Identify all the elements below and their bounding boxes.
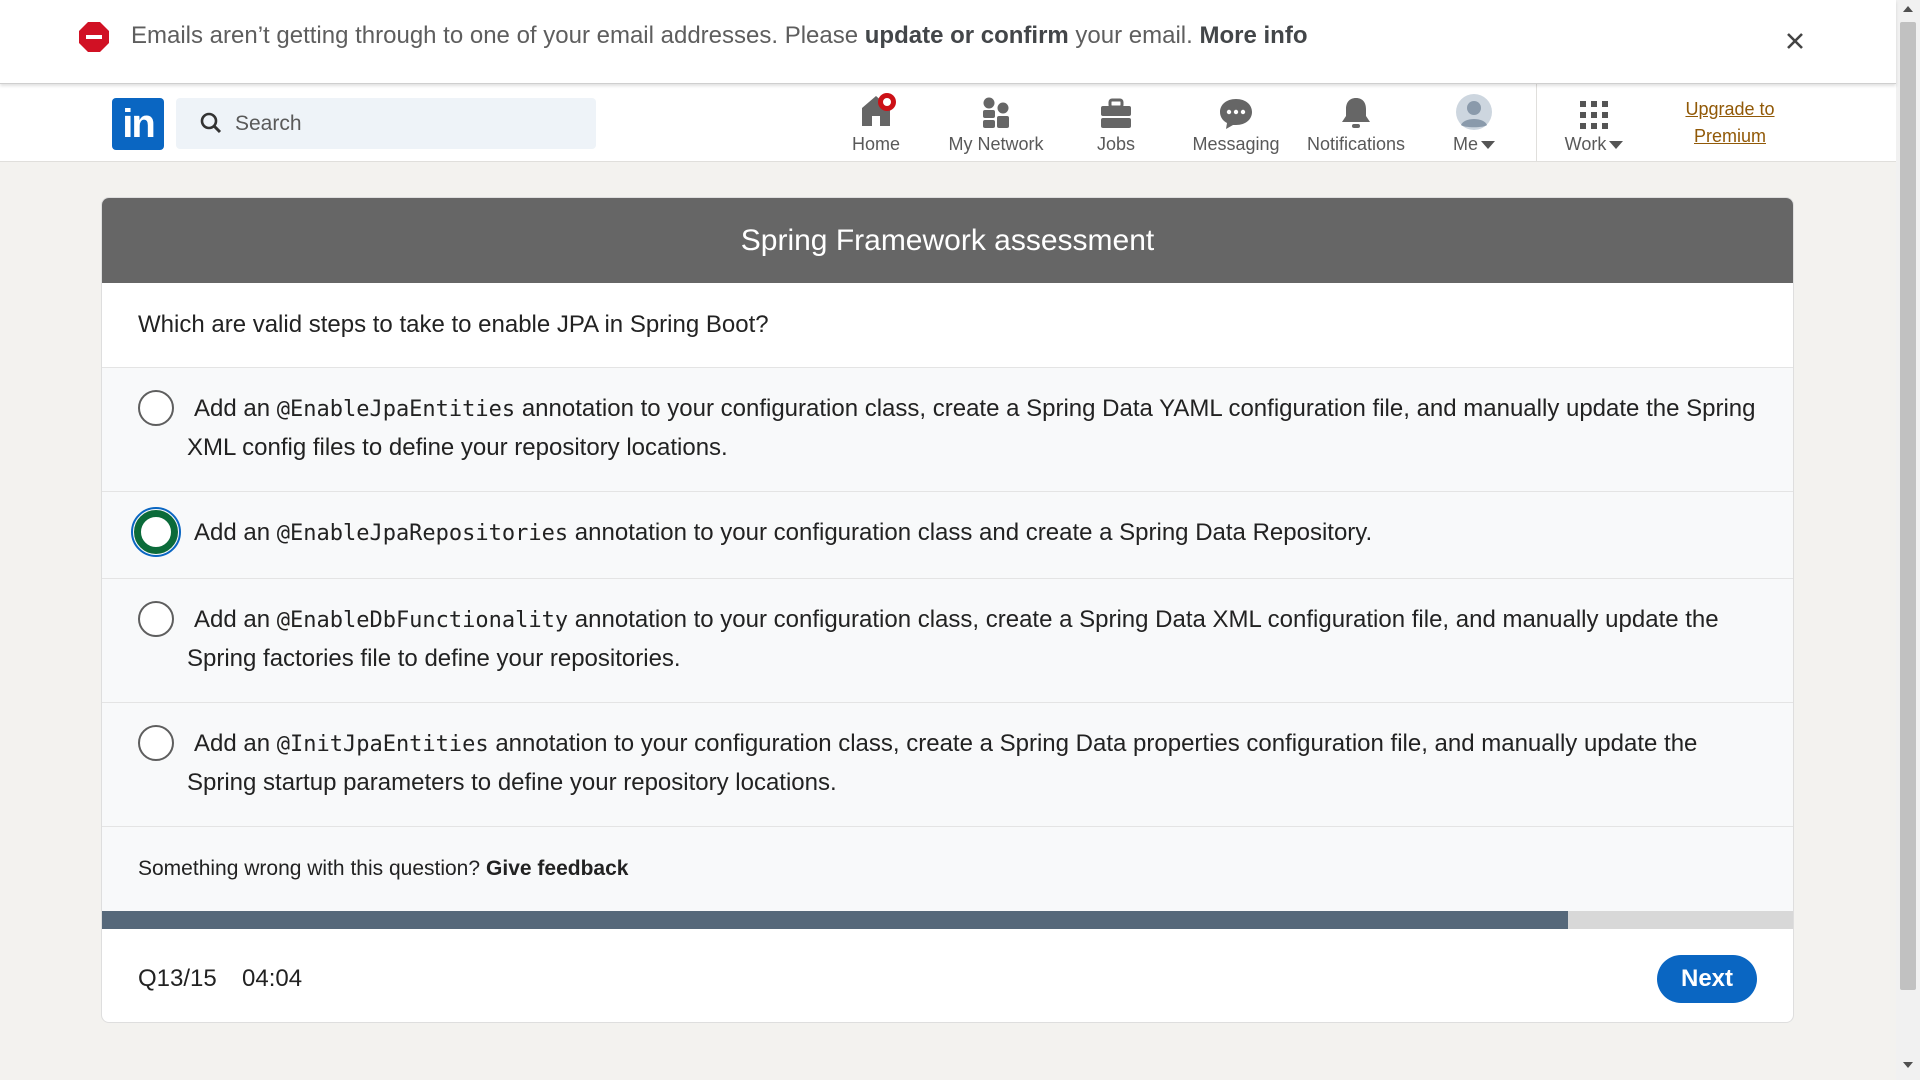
feedback-prompt: Something wrong with this question? — [138, 857, 481, 880]
nav-work-label: Work — [1564, 134, 1607, 154]
option-text: Add an @EnableDbFunctionality annotation… — [187, 601, 1757, 678]
upgrade-line-2: Premium — [1693, 126, 1766, 146]
email-alert-banner: Emails aren’t getting through to one of … — [0, 0, 1896, 84]
nav-my-network-label: My Network — [948, 134, 1044, 154]
timer: 04:04 — [242, 965, 303, 992]
nav-home[interactable]: Home — [836, 92, 916, 156]
option-text: Add an @InitJpaEntities annotation to yo… — [187, 725, 1757, 802]
answer-option-3[interactable]: Add an @EnableDbFunctionality annotation… — [102, 579, 1793, 703]
radio-button[interactable] — [138, 725, 174, 761]
linkedin-logo[interactable]: in — [112, 98, 164, 150]
option-suffix: annotation to your configuration class a… — [568, 519, 1373, 546]
progress-fill — [102, 911, 1569, 929]
avatar — [1456, 94, 1492, 130]
alert-text-end: your email. — [1068, 22, 1200, 49]
more-info-link[interactable]: More info — [1199, 22, 1307, 49]
option-prefix: Add an — [194, 730, 277, 757]
nav-me-label: Me — [1452, 134, 1478, 154]
nav-me[interactable]: Me — [1436, 92, 1512, 156]
nav-jobs-label: Jobs — [1096, 134, 1136, 154]
update-email-link[interactable]: update or confirm — [865, 22, 1069, 49]
nav-home-label: Home — [851, 134, 900, 154]
answer-option-4[interactable]: Add an @InitJpaEntities annotation to yo… — [102, 703, 1793, 827]
feedback-row: Something wrong with this question? Give… — [102, 827, 1793, 911]
home-icon — [862, 93, 896, 126]
option-prefix: Add an — [194, 519, 277, 546]
messaging-icon — [1220, 99, 1252, 129]
bell-icon — [1342, 98, 1370, 128]
chevron-down-icon — [1609, 141, 1624, 150]
assessment-footer: Q13/15 04:04 Next — [102, 929, 1793, 1022]
option-prefix: Add an — [194, 395, 277, 422]
search-input[interactable]: Search — [176, 98, 596, 149]
nav-notifications[interactable]: Notifications — [1300, 92, 1412, 156]
nav-jobs[interactable]: Jobs — [1076, 92, 1156, 156]
search-placeholder: Search — [235, 112, 302, 135]
upgrade-premium-link[interactable]: Upgrade to Premium — [1652, 96, 1808, 150]
option-text: Add an @EnableJpaEntities annotation to … — [187, 390, 1757, 467]
give-feedback-link[interactable]: Give feedback — [486, 857, 628, 881]
option-text: Add an @EnableJpaRepositories annotation… — [187, 514, 1757, 553]
alert-message: Emails aren’t getting through to one of … — [131, 22, 1307, 50]
answer-option-2[interactable]: Add an @EnableJpaRepositories annotation… — [102, 492, 1793, 579]
option-code: @EnableDbFunctionality — [276, 608, 569, 633]
question-text: Which are valid steps to take to enable … — [102, 283, 1793, 368]
briefcase-icon — [1101, 98, 1131, 128]
top-navigation: in Search Home My Network Jobs Messaging… — [0, 84, 1896, 162]
nav-work[interactable]: Work — [1556, 92, 1632, 156]
nav-divider — [1536, 84, 1537, 162]
nav-notifications-label: Notifications — [1306, 134, 1406, 154]
option-prefix: Add an — [194, 606, 277, 633]
logo-text: in — [122, 101, 156, 146]
option-code: @EnableJpaRepositories — [276, 521, 569, 546]
grid-icon — [1580, 101, 1608, 129]
upgrade-line-1: Upgrade to — [1685, 99, 1775, 119]
close-icon[interactable] — [1780, 26, 1810, 56]
option-code: @EnableJpaEntities — [276, 397, 516, 422]
nav-my-network[interactable]: My Network — [940, 92, 1052, 156]
progress-bar — [102, 911, 1793, 929]
search-icon — [200, 112, 222, 134]
option-code: @InitJpaEntities — [276, 732, 489, 757]
assessment-title: Spring Framework assessment — [102, 198, 1793, 283]
radio-button[interactable] — [138, 390, 174, 426]
radio-button-selected[interactable] — [131, 507, 181, 557]
chevron-down-icon — [1481, 141, 1495, 150]
alert-text: Emails aren’t getting through to one of … — [131, 22, 865, 49]
answer-option-1[interactable]: Add an @EnableJpaEntities annotation to … — [102, 368, 1793, 492]
network-icon — [983, 97, 1009, 128]
scroll-down-arrow[interactable] — [1903, 1062, 1913, 1068]
nav-messaging-label: Messaging — [1192, 134, 1280, 154]
assessment-card: Spring Framework assessment Which are va… — [101, 197, 1794, 1023]
nav-messaging[interactable]: Messaging — [1186, 92, 1286, 156]
question-counter: Q13/15 — [138, 965, 217, 992]
stop-icon — [79, 22, 109, 52]
scrollbar-thumb[interactable] — [1900, 22, 1916, 990]
radio-button[interactable] — [138, 601, 174, 637]
page-scrollbar[interactable] — [1896, 0, 1920, 1080]
next-button[interactable]: Next — [1657, 955, 1757, 1003]
scroll-up-arrow[interactable] — [1903, 6, 1913, 12]
